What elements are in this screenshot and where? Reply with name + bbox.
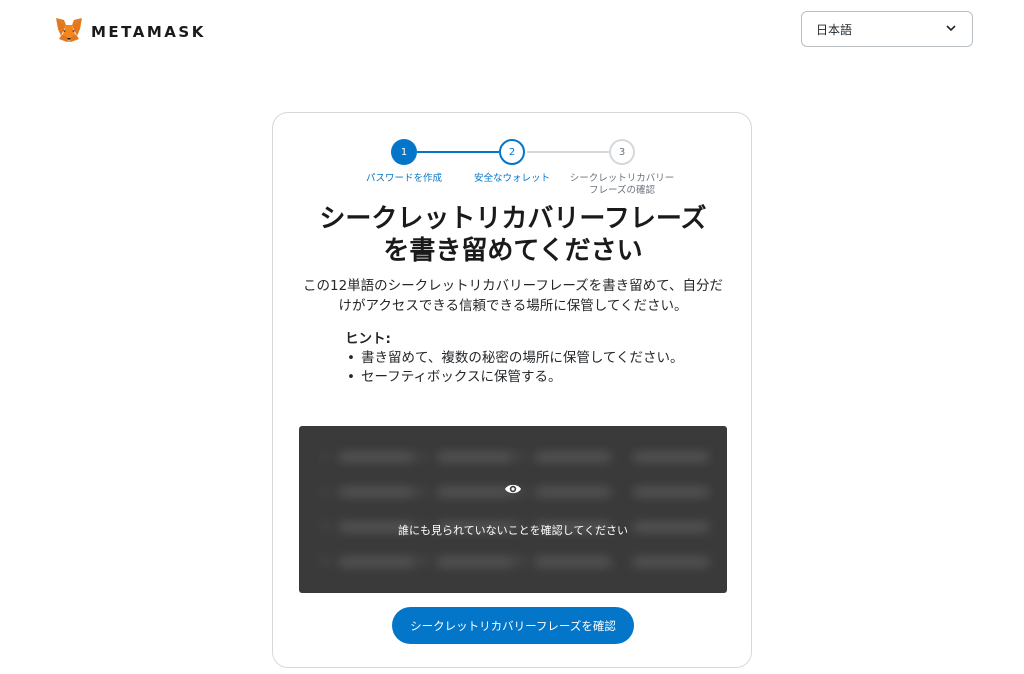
step-2-circle: 2 xyxy=(499,139,525,165)
hint-title: ヒント: xyxy=(345,331,391,347)
eye-icon[interactable] xyxy=(504,481,522,500)
srp-reveal-box[interactable]: 1. 5. 9. 2. 6. 10. 3. 7. 11. 4. 8. 12. 誰… xyxy=(299,426,727,593)
chevron-down-icon xyxy=(944,21,958,38)
logo-text: METAMASK xyxy=(91,23,206,41)
step-3-circle: 3 xyxy=(609,139,635,165)
srp-reveal-text: 誰にも見られていないことを確認してください xyxy=(397,524,628,537)
step-1-circle: 1 xyxy=(391,139,417,165)
onboarding-card: 1 2 3 パスワードを作成 安全なウォレット シークレットリカバリーフレーズの… xyxy=(272,112,752,668)
header: METAMASK 日本語 xyxy=(0,0,1024,60)
metamask-logo[interactable]: METAMASK xyxy=(55,17,206,47)
step-1-label: パスワードを作成 xyxy=(365,173,442,184)
page-title: シークレットリカバリーフレーズを書き留めてください xyxy=(319,204,707,266)
confirm-srp-button[interactable]: シークレットリカバリーフレーズを確認 xyxy=(392,607,634,644)
language-select[interactable]: 日本語 xyxy=(801,11,973,47)
srp-reveal-overlay[interactable]: 誰にも見られていないことを確認してください xyxy=(299,426,727,593)
hint-section: ヒント: 書き留めて、複数の秘密の場所に保管してください。 セーフティボックスに… xyxy=(345,330,685,387)
step-connector-2 xyxy=(527,151,609,153)
step-3-label: シークレットリカバリーフレーズの確認 xyxy=(569,173,675,196)
step-2-label: 安全なウォレット xyxy=(473,173,550,184)
language-selected-value: 日本語 xyxy=(816,22,853,37)
hint-item: セーフティボックスに保管する。 xyxy=(345,368,685,387)
page-description: この12単語のシークレットリカバリーフレーズを書き留めて、自分だけがアクセスでき… xyxy=(302,278,724,314)
metamask-fox-icon xyxy=(55,17,83,47)
hint-list: 書き留めて、複数の秘密の場所に保管してください。 セーフティボックスに保管する。 xyxy=(345,349,685,387)
step-connector-1 xyxy=(417,151,499,153)
hint-item: 書き留めて、複数の秘密の場所に保管してください。 xyxy=(345,349,685,368)
progress-stepper: 1 2 3 パスワードを作成 安全なウォレット シークレットリカバリーフレーズの… xyxy=(273,139,753,209)
